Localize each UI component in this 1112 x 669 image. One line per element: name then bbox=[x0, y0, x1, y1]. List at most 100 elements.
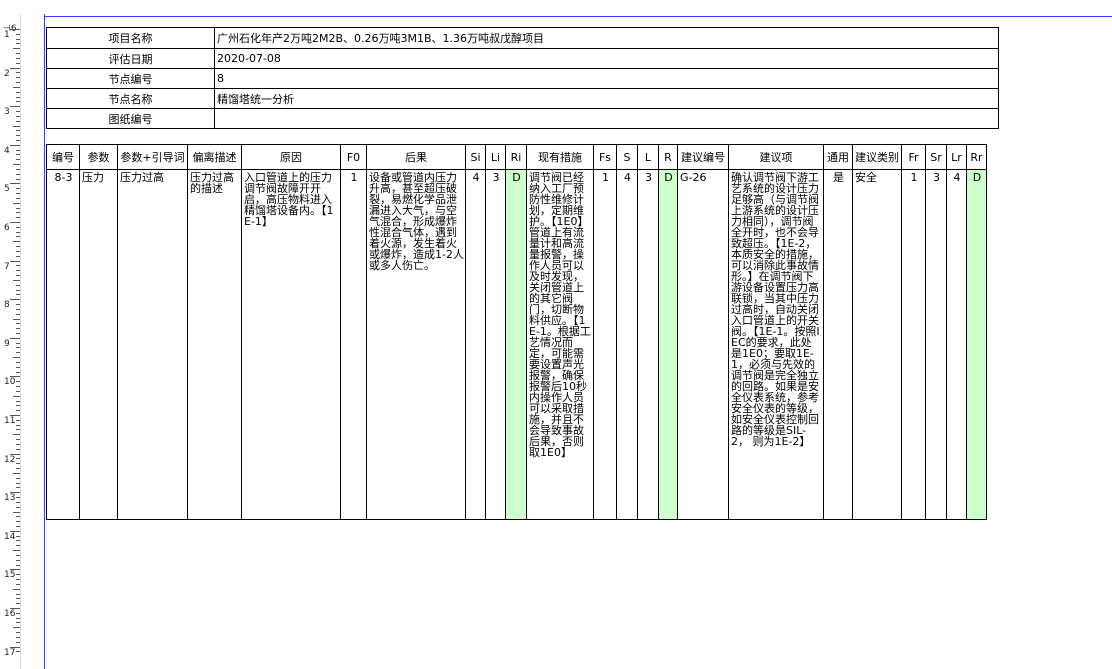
ruler-number: 11 bbox=[4, 416, 16, 426]
cell-si[interactable]: 4 bbox=[465, 169, 486, 520]
cell-text: 设备或管道内压力升高，甚至超压破裂，易燃化学品泄漏进入大气，与空气混合，形成爆炸… bbox=[369, 171, 464, 272]
cell-fr[interactable]: 1 bbox=[901, 169, 926, 520]
col-header-si[interactable]: Si bbox=[465, 144, 486, 170]
col-header-li[interactable]: Li bbox=[485, 144, 506, 170]
col-header-deviation[interactable]: 偏离描述 bbox=[187, 144, 242, 170]
ruler-tick bbox=[13, 86, 20, 88]
ruler-tick bbox=[16, 236, 20, 238]
ruler-tick bbox=[10, 222, 20, 223]
col-header-param-guide[interactable]: 参数+引导词 bbox=[117, 144, 188, 170]
cell-text: 4 bbox=[472, 171, 480, 184]
ruler-tick bbox=[16, 33, 20, 35]
cell-text: 入口管道上的压力调节阀故障开开启，高压物料进入精馏塔设备内。【1E-1】 bbox=[244, 171, 334, 228]
cell-param-guide[interactable]: 压力过高 bbox=[117, 169, 188, 520]
ruler-tick bbox=[16, 405, 20, 407]
ruler-tick bbox=[16, 347, 20, 349]
cell-text: D bbox=[512, 171, 521, 184]
col-header-suggestion-id[interactable]: 建议编号 bbox=[677, 144, 729, 170]
col-header-sr[interactable]: Sr bbox=[925, 144, 947, 170]
cell-s[interactable]: 4 bbox=[616, 169, 638, 520]
info-row-node-id: 节点编号 8 bbox=[46, 68, 999, 89]
cell-r[interactable]: D bbox=[658, 169, 678, 520]
col-header-param[interactable]: 参数 bbox=[79, 144, 118, 170]
cell-deviation[interactable]: 压力过高的描述 bbox=[187, 169, 242, 520]
cell-sr[interactable]: 3 bbox=[925, 169, 947, 520]
cell-text: 3 bbox=[933, 171, 940, 184]
cell-consequence[interactable]: 设备或管道内压力升高，甚至超压破裂，易燃化学品泄漏进入大气，与空气混合，形成爆炸… bbox=[366, 169, 466, 520]
col-header-suggestion[interactable]: 建议项 bbox=[728, 144, 824, 170]
ruler-tick bbox=[16, 246, 20, 248]
ruler-tick bbox=[16, 497, 20, 499]
cell-ri[interactable]: D bbox=[505, 169, 527, 520]
ruler-tick bbox=[16, 328, 20, 330]
col-header-lr[interactable]: Lr bbox=[946, 144, 967, 170]
cell-general[interactable]: 是 bbox=[823, 169, 853, 520]
info-label: 评估日期 bbox=[46, 48, 215, 69]
ruler-tick bbox=[16, 308, 20, 310]
ruler-tick bbox=[16, 173, 20, 175]
ruler-tick bbox=[13, 241, 20, 243]
cell-l[interactable]: 3 bbox=[637, 169, 659, 520]
cell-suggestion[interactable]: 确认调节阀下游工艺系统的设计压力足够高（与调节阀上游系统的设计压力相同），调节阀… bbox=[728, 169, 824, 520]
ruler-number: 7 bbox=[4, 261, 10, 272]
col-header-r[interactable]: R bbox=[658, 144, 678, 170]
ruler-tick bbox=[10, 492, 20, 494]
col-header-fs[interactable]: Fs bbox=[593, 144, 617, 170]
col-header-cause[interactable]: 原因 bbox=[241, 144, 341, 170]
cell-fs[interactable]: 1 bbox=[593, 169, 617, 520]
ruler-tick bbox=[10, 415, 20, 416]
cell-text: 压力 bbox=[82, 171, 104, 184]
cell-lr[interactable]: 4 bbox=[946, 169, 967, 520]
ruler-number: 9 bbox=[4, 338, 10, 349]
info-value[interactable]: 精馏塔统一分析 bbox=[214, 88, 999, 109]
info-value[interactable]: 广州石化年产2万吨2M2B、0.26万吨3M1B、1.36万吨叔戊醇项目 bbox=[214, 27, 999, 49]
info-value[interactable] bbox=[214, 108, 999, 129]
ruler-tick bbox=[16, 91, 20, 93]
col-header-measures[interactable]: 现有措施 bbox=[526, 144, 594, 170]
col-header-id[interactable]: 编号 bbox=[46, 144, 80, 170]
ruler-tick bbox=[16, 651, 20, 653]
ruler-tick bbox=[16, 96, 20, 98]
table-header-row: 编号 参数 参数+引导词 偏离描述 原因 F0 后果 Si Li Ri 现有措施… bbox=[46, 144, 987, 170]
cell-rr[interactable]: D bbox=[966, 169, 987, 520]
col-header-s[interactable]: S bbox=[616, 144, 638, 170]
ruler-tick bbox=[16, 270, 20, 272]
info-value[interactable]: 8 bbox=[214, 68, 999, 89]
col-header-rr[interactable]: Rr bbox=[966, 144, 987, 170]
ruler-tick bbox=[16, 448, 20, 450]
info-row-node-name: 节点名称 精馏塔统一分析 bbox=[46, 88, 999, 109]
ruler-tick bbox=[16, 506, 20, 508]
ruler-number: 6 bbox=[4, 223, 10, 233]
col-header-fr[interactable]: Fr bbox=[901, 144, 926, 170]
cell-li[interactable]: 3 bbox=[485, 169, 506, 520]
ruler-tick bbox=[16, 622, 20, 624]
cell-suggestion-id[interactable]: G-26 bbox=[677, 169, 729, 520]
cell-text: 4 bbox=[624, 171, 631, 184]
cell-text: 3 bbox=[492, 171, 500, 184]
cell-cause[interactable]: 入口管道上的压力调节阀故障开开启，高压物料进入精馏塔设备内。【1E-1】 bbox=[241, 169, 341, 520]
ruler-tick bbox=[16, 593, 20, 595]
info-value[interactable]: 2020-07-08 bbox=[214, 48, 999, 69]
ruler-tick bbox=[16, 207, 20, 209]
ruler-tick bbox=[16, 439, 20, 441]
ruler-tick bbox=[16, 598, 20, 600]
col-header-category[interactable]: 建议类别 bbox=[852, 144, 902, 170]
cell-f0[interactable]: 1 bbox=[340, 169, 367, 520]
info-label: 节点编号 bbox=[46, 68, 215, 89]
col-header-ri[interactable]: Ri bbox=[505, 144, 527, 170]
cell-id[interactable]: 8-3 bbox=[46, 169, 80, 520]
ruler-number: 15 bbox=[4, 570, 16, 581]
ruler-tick bbox=[16, 77, 20, 79]
ruler-tick bbox=[13, 434, 20, 436]
col-header-consequence[interactable]: 后果 bbox=[366, 144, 466, 170]
cell-measures[interactable]: 调节阀已经纳入工厂预防性维修计划，定期维护。【1E0】管道上有流量计和高流量报警… bbox=[526, 169, 594, 520]
cell-text: 确认调节阀下游工艺系统的设计压力足够高（与调节阀上游系统的设计压力相同），调节阀… bbox=[731, 171, 820, 448]
col-header-l[interactable]: L bbox=[637, 144, 659, 170]
ruler-tick bbox=[10, 337, 20, 339]
col-header-f0[interactable]: F0 bbox=[340, 144, 367, 170]
cell-category[interactable]: 安全 bbox=[852, 169, 902, 520]
col-header-general[interactable]: 通用 bbox=[823, 144, 853, 170]
ruler-tick bbox=[16, 579, 20, 581]
ruler-number: 13 bbox=[4, 493, 16, 504]
cell-param[interactable]: 压力 bbox=[79, 169, 118, 520]
